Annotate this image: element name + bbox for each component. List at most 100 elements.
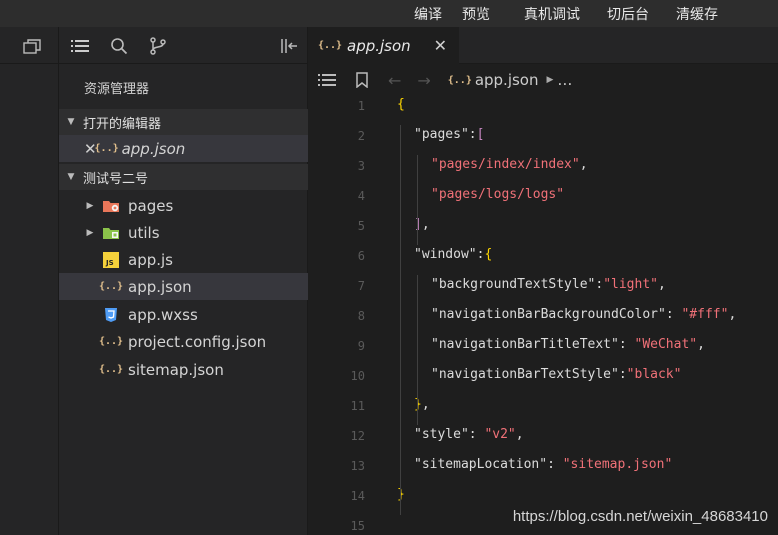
close-icon[interactable]: ✕ bbox=[434, 36, 447, 55]
json-file-icon: {..} bbox=[98, 281, 124, 292]
code-line: "navigationBarTextStyle":"black" bbox=[431, 367, 681, 382]
chevron-right-icon: ▶ bbox=[546, 75, 554, 85]
json-file-icon: {..} bbox=[94, 143, 119, 154]
open-editor-file-name: app.json bbox=[121, 139, 186, 158]
line-number: 3 bbox=[357, 159, 365, 173]
chevron-down-icon: ▼ bbox=[67, 172, 75, 182]
css-file-icon bbox=[102, 306, 120, 324]
tab-label: app.json bbox=[347, 36, 411, 55]
tree-item-app-wxss[interactable]: app.wxss bbox=[59, 301, 308, 328]
folder-pages-icon bbox=[102, 197, 120, 215]
search-icon[interactable] bbox=[108, 35, 130, 57]
tree-item-label: project.config.json bbox=[128, 332, 267, 351]
code-token: , bbox=[579, 157, 588, 172]
cut-background-button[interactable]: 切后台 bbox=[607, 4, 649, 24]
code-token: "window" bbox=[414, 247, 477, 262]
code-token: "pages" bbox=[414, 127, 469, 142]
tree-item-app-json[interactable]: {..} app.json bbox=[59, 273, 308, 300]
tree-item-label: sitemap.json bbox=[128, 360, 224, 379]
chevron-right-icon: ▶ bbox=[86, 227, 94, 238]
line-number: 6 bbox=[357, 249, 365, 263]
tree-item-label: app.wxss bbox=[128, 305, 198, 324]
open-editors-section[interactable]: ▼ 打开的编辑器 bbox=[59, 109, 308, 135]
indent-guide bbox=[417, 155, 418, 245]
line-number: 4 bbox=[357, 189, 365, 203]
project-label: 测试号二号 bbox=[83, 171, 149, 187]
js-file-icon: JS bbox=[102, 251, 120, 269]
line-number: 5 bbox=[357, 219, 365, 233]
code-editor: {..} app.json ✕ ← → {..} app.json ▶ … 12… bbox=[309, 27, 778, 535]
source-control-icon[interactable] bbox=[147, 35, 169, 57]
code-token: { bbox=[484, 247, 493, 262]
explorer-sidebar: 资源管理器 ▼ 打开的编辑器 ✕ {..} app.json ▼ 测试号二号 ▶… bbox=[59, 27, 308, 535]
real-device-debug-button[interactable]: 真机调试 bbox=[524, 4, 580, 24]
line-number: 12 bbox=[350, 429, 365, 443]
folder-utils-icon bbox=[102, 224, 120, 242]
code-token: "#fff" bbox=[681, 307, 729, 322]
chevron-right-icon: ▶ bbox=[86, 200, 94, 211]
code-line: "pages/logs/logs" bbox=[431, 187, 564, 202]
code-token: "sitemapLocation" bbox=[414, 457, 548, 472]
code-line: "pages/index/index", bbox=[431, 157, 588, 172]
collapse-panel-icon[interactable] bbox=[278, 35, 300, 57]
open-editor-item[interactable]: ✕ {..} app.json bbox=[59, 135, 308, 162]
json-file-icon: {..} bbox=[98, 336, 124, 347]
code-token: , bbox=[515, 427, 524, 442]
code-token: : bbox=[618, 367, 627, 382]
code-line: "sitemapLocation": "sitemap.json" bbox=[414, 457, 672, 472]
toolbar-actions: 编译 预览 真机调试 切后台 清缓存 bbox=[414, 0, 718, 27]
tree-item-label: pages bbox=[128, 196, 174, 215]
code-token: "backgroundTextStyle" bbox=[431, 277, 596, 292]
json-file-icon: {..} bbox=[317, 40, 343, 51]
breadcrumb-more[interactable]: … bbox=[557, 71, 572, 89]
tree-item-label: utils bbox=[128, 223, 160, 242]
code-token: , bbox=[658, 277, 666, 292]
list-icon[interactable] bbox=[69, 35, 91, 57]
tree-item-pages[interactable]: ▶ pages bbox=[59, 192, 308, 219]
code-token: "WeChat" bbox=[634, 337, 698, 352]
code-token: "navigationBarBackgroundColor" bbox=[431, 307, 666, 322]
tree-item-app-js[interactable]: JS app.js bbox=[59, 246, 308, 273]
breadcrumb-file[interactable]: app.json bbox=[475, 71, 539, 89]
project-section[interactable]: ▼ 测试号二号 bbox=[59, 164, 308, 190]
indent-guide bbox=[417, 275, 418, 425]
tree-item-label: app.js bbox=[128, 250, 173, 269]
top-toolbar: 编译 预览 真机调试 切后台 清缓存 bbox=[0, 0, 778, 27]
code-token: : bbox=[468, 427, 485, 442]
code-token: , bbox=[728, 307, 737, 322]
tree-item-sitemap[interactable]: {..} sitemap.json bbox=[59, 356, 308, 383]
tree-item-utils[interactable]: ▶ utils bbox=[59, 219, 308, 246]
forward-arrow-icon[interactable]: → bbox=[417, 71, 430, 90]
code-token: : bbox=[547, 457, 563, 472]
editor-tabs: {..} app.json ✕ bbox=[309, 27, 778, 64]
line-number: 13 bbox=[350, 459, 365, 473]
code-token: , bbox=[421, 217, 430, 232]
line-number: 15 bbox=[350, 519, 365, 533]
tab-app-json[interactable]: {..} app.json ✕ bbox=[309, 27, 459, 64]
bookmark-icon[interactable] bbox=[356, 72, 368, 88]
tree-item-label: app.json bbox=[128, 277, 192, 296]
chevron-down-icon: ▼ bbox=[67, 117, 75, 127]
preview-button[interactable]: 预览 bbox=[462, 4, 490, 24]
code-token: "pages/index/index" bbox=[431, 157, 580, 172]
line-number: 2 bbox=[357, 129, 365, 143]
watermark: https://blog.csdn.net/weixin_48683410 bbox=[512, 508, 768, 525]
activity-bar bbox=[0, 27, 59, 535]
line-number: 1 bbox=[357, 99, 365, 113]
code-token: , bbox=[421, 397, 430, 412]
compile-button[interactable]: 编译 bbox=[414, 4, 442, 24]
code-line: { bbox=[397, 97, 405, 112]
svg-text:JS: JS bbox=[105, 259, 114, 267]
window-toggle-icon[interactable] bbox=[21, 36, 43, 58]
tree-item-project-config[interactable]: {..} project.config.json bbox=[59, 328, 308, 355]
code-line: "pages":[ bbox=[414, 127, 484, 142]
code-line: "backgroundTextStyle":"light", bbox=[431, 277, 666, 292]
code-token: "light" bbox=[603, 277, 658, 292]
code-token: "navigationBarTextStyle" bbox=[431, 367, 619, 382]
back-arrow-icon[interactable]: ← bbox=[388, 71, 401, 90]
clear-cache-button[interactable]: 清缓存 bbox=[676, 4, 718, 24]
code-token: "pages/logs/logs" bbox=[431, 187, 565, 202]
outline-icon[interactable] bbox=[318, 73, 338, 87]
line-number: 10 bbox=[350, 369, 365, 383]
sidebar-header bbox=[59, 27, 307, 64]
